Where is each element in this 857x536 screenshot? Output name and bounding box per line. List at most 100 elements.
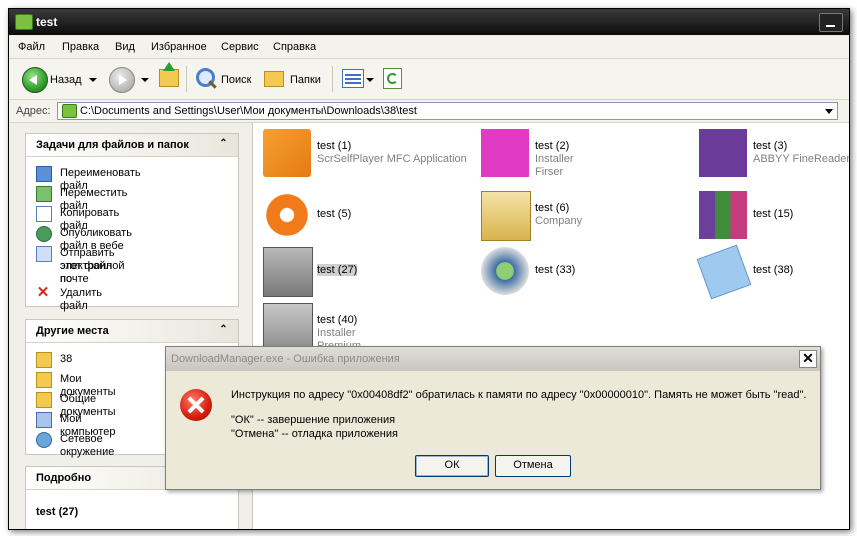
email-icon xyxy=(36,246,52,262)
installer-icon xyxy=(481,129,529,177)
menu-view[interactable]: Вид xyxy=(115,41,135,53)
back-arrow-icon[interactable] xyxy=(22,67,48,93)
file-item[interactable]: test (15) xyxy=(695,189,849,241)
ok-button[interactable]: ОК xyxy=(415,455,489,477)
file-item[interactable]: test (6) Company xyxy=(477,189,692,241)
cancel-hint: "Отмена" -- отладка приложения xyxy=(231,428,398,440)
file-type: ScrSelfPlayer MFC Application xyxy=(317,153,467,165)
panel-title: Другие места xyxy=(36,325,109,337)
place-label[interactable]: Сетевое окружение xyxy=(60,433,114,459)
file-name[interactable]: test (6) xyxy=(535,202,569,214)
views-dropdown-icon[interactable] xyxy=(366,78,374,82)
address-bar: Адрес: C:\Documents and Settings\User\Мо… xyxy=(9,100,849,123)
panel-title: Задачи для файлов и папок xyxy=(36,139,189,151)
file-item[interactable]: test (5) xyxy=(259,189,474,241)
folder-icon xyxy=(15,14,33,30)
address-input[interactable]: C:\Documents and Settings\User\Мои докум… xyxy=(57,102,838,120)
window-title: test xyxy=(36,15,58,29)
views-icon[interactable] xyxy=(342,69,364,88)
file-item[interactable]: test (38) xyxy=(695,244,849,300)
file-type: Installer xyxy=(317,327,356,339)
details-file-name: test (27) xyxy=(36,506,79,518)
collapse-icon[interactable]: ⌃ xyxy=(217,324,230,337)
folder-icon xyxy=(36,372,52,388)
minimize-button[interactable] xyxy=(819,13,843,32)
collapse-icon[interactable]: ⌃ xyxy=(217,138,230,151)
file-name[interactable]: test (27) xyxy=(317,264,358,276)
file-name[interactable]: test (3) xyxy=(753,140,787,152)
folder-icon xyxy=(36,392,52,408)
file-company: Firser xyxy=(535,166,564,178)
toolbar-separator xyxy=(332,66,333,92)
panel-header[interactable]: Другие места ⌃ xyxy=(26,320,238,343)
globe-icon xyxy=(36,226,52,242)
folders-icon[interactable] xyxy=(264,71,284,87)
menu-tools[interactable]: Сервис xyxy=(221,41,259,53)
copy-icon xyxy=(36,206,52,222)
details-extra: д xyxy=(36,529,42,530)
folder-up-icon[interactable] xyxy=(159,62,179,87)
search-icon[interactable] xyxy=(196,68,215,87)
computer-icon xyxy=(36,412,52,428)
folder-icon xyxy=(36,352,52,368)
dialog-title-bar[interactable]: DownloadManager.exe - Ошибка приложения … xyxy=(166,347,820,371)
address-label: Адрес: xyxy=(16,105,51,117)
search-button-label[interactable]: Поиск xyxy=(221,74,251,86)
file-tasks-panel: Задачи для файлов и папок ⌃ Переименоват… xyxy=(25,133,239,312)
cancel-button[interactable]: Отмена xyxy=(495,455,571,477)
chevron-down-icon[interactable] xyxy=(822,104,836,118)
abbyy-icon xyxy=(699,129,747,177)
setup-computer-icon xyxy=(263,247,313,297)
forward-dropdown-icon[interactable] xyxy=(141,78,149,82)
file-company: Company xyxy=(535,215,583,227)
back-button-label[interactable]: Назад xyxy=(50,74,82,86)
menu-file[interactable]: Файл xyxy=(18,41,45,53)
toolbar-separator xyxy=(186,66,187,92)
file-type: Installer xyxy=(535,153,574,165)
file-type: ABBYY FineReader es xyxy=(753,153,850,165)
menu-bar: Файл Правка Вид Избранное Сервис Справка xyxy=(9,36,849,59)
toolbar: Назад Поиск Папки xyxy=(9,59,849,100)
move-icon xyxy=(36,186,52,202)
address-path[interactable]: C:\Documents and Settings\User\Мои докум… xyxy=(80,105,417,117)
error-message: Инструкция по адресу "0x00408df2" обрати… xyxy=(231,389,807,401)
player-app-icon xyxy=(263,129,311,177)
folders-button-label[interactable]: Папки xyxy=(290,74,321,86)
error-dialog: DownloadManager.exe - Ошибка приложения … xyxy=(165,346,821,490)
network-icon xyxy=(36,432,52,448)
file-name[interactable]: test (15) xyxy=(753,208,793,220)
file-item[interactable]: test (2) Installer Firser xyxy=(477,127,692,179)
file-item[interactable]: test (33) xyxy=(477,245,692,297)
package-icon xyxy=(481,191,531,241)
error-icon xyxy=(180,389,212,421)
folder-icon xyxy=(62,104,77,118)
menu-help[interactable]: Справка xyxy=(273,41,316,53)
back-dropdown-icon[interactable] xyxy=(89,78,97,82)
nsis-disc-icon xyxy=(481,247,529,295)
file-item[interactable]: test (3) ABBYY FineReader es xyxy=(695,127,850,179)
title-bar[interactable]: test xyxy=(9,9,849,35)
file-name[interactable]: test (40) xyxy=(317,314,357,326)
menu-edit[interactable]: Правка xyxy=(62,41,99,53)
file-name[interactable]: test (33) xyxy=(535,264,575,276)
menu-favorites[interactable]: Избранное xyxy=(151,41,207,53)
ok-hint: "ОК" -- завершение приложения xyxy=(231,414,396,426)
close-icon[interactable]: ✕ xyxy=(799,350,817,368)
file-name[interactable]: test (1) xyxy=(317,140,351,152)
refresh-icon[interactable] xyxy=(383,68,402,89)
panel-header[interactable]: Задачи для файлов и папок ⌃ xyxy=(26,134,238,157)
forward-arrow-icon[interactable] xyxy=(109,67,135,93)
file-item[interactable]: test (27) xyxy=(259,245,474,297)
file-name[interactable]: test (38) xyxy=(753,264,793,276)
file-name[interactable]: test (5) xyxy=(317,208,351,220)
delete-icon: ✕ xyxy=(36,284,50,301)
place-label[interactable]: 38 xyxy=(60,353,72,366)
cloth-icon xyxy=(696,244,752,300)
panel-title: Подробно xyxy=(36,472,92,484)
task-label[interactable]: Удалить файл xyxy=(60,287,102,313)
orange-app-icon xyxy=(263,191,311,239)
file-name[interactable]: test (2) xyxy=(535,140,569,152)
file-item[interactable]: test (1) ScrSelfPlayer MFC Application xyxy=(259,127,474,179)
dialog-title: DownloadManager.exe - Ошибка приложения xyxy=(171,353,400,365)
task-label[interactable]: электронной почте xyxy=(60,260,125,286)
